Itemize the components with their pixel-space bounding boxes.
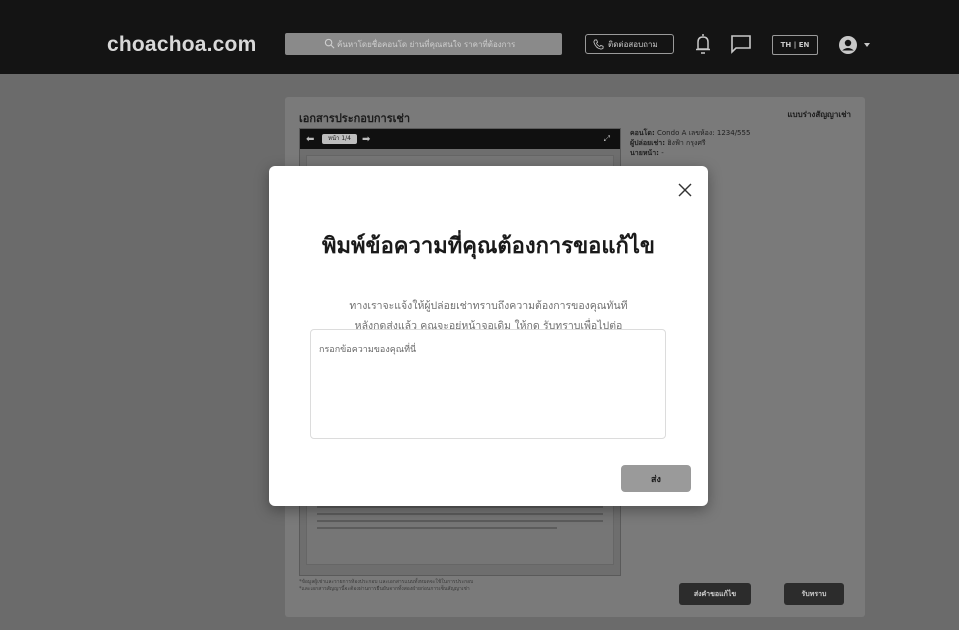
page-indicator: หน้า 1/4 (322, 134, 357, 144)
bell-icon[interactable] (694, 33, 712, 55)
message-input[interactable] (310, 329, 666, 439)
fullscreen-icon[interactable]: ⤢ (604, 134, 610, 144)
draft-contract-title: แบบร่างสัญญาเช่า (787, 110, 851, 119)
footnote: *ข้อมูลผู้เช่าและรายการห้องประกอบ และเอก… (299, 579, 473, 593)
document-text-line (317, 506, 603, 508)
edit-request-modal: พิมพ์ข้อความที่คุณต้องการขอแก้ไข ทางเราจ… (269, 166, 708, 506)
modal-title: พิมพ์ข้อความที่คุณต้องการขอแก้ไข (322, 234, 655, 259)
contact-button[interactable]: ติดต่อสอบถาม (585, 34, 674, 54)
user-avatar-icon[interactable] (838, 35, 858, 55)
footnote-line: *ข้อมูลผู้เช่าและรายการห้องประกอบ และเอก… (299, 579, 474, 585)
modal-description-line: ทางเราจะแจ้งให้ผู้ปล่อยเช่าทราบถึงความต้… (349, 300, 628, 312)
document-text-line (317, 520, 603, 522)
chat-icon[interactable] (730, 34, 752, 54)
top-navigation-bar: choachoa.com ค้นหาโดยชื่อคอนโด ย่านที่คุ… (0, 0, 959, 74)
close-icon[interactable] (677, 182, 693, 198)
next-page-icon[interactable]: ➡ (362, 134, 370, 145)
viewer-toolbar: ⬅ หน้า 1/4 ➡ ⤢ (300, 129, 620, 149)
phone-icon (593, 39, 604, 50)
contract-details: คอนโด: Condo A เลขห้อง: 1234/555 ผู้ปล่อ… (630, 128, 750, 158)
search-icon (324, 38, 335, 49)
condo-detail: คอนโด: Condo A เลขห้อง: 1234/555 (630, 129, 751, 137)
acknowledge-button[interactable]: รับทราบ (784, 583, 844, 605)
chevron-down-icon[interactable] (864, 43, 870, 47)
search-bar[interactable]: ค้นหาโดยชื่อคอนโด ย่านที่คุณสนใจ ราคาที่… (285, 33, 562, 55)
footnote-line: *และเอกสารสัญญานี้จะต้องผ่านการยืนยันจาก… (299, 586, 470, 592)
site-logo[interactable]: choachoa.com (107, 33, 256, 57)
send-button[interactable]: ส่ง (621, 465, 691, 492)
language-toggle[interactable]: TH | EN (772, 35, 818, 55)
contact-label: ติดต่อสอบถาม (608, 39, 658, 49)
document-text-line (317, 527, 557, 529)
previous-page-icon[interactable]: ⬅ (306, 134, 314, 145)
agent-detail: นายหน้า: - (630, 149, 664, 157)
request-edit-button[interactable]: ส่งคำขอแก้ไข (679, 583, 751, 605)
document-text-line (317, 513, 603, 515)
card-title: เอกสารประกอบการเช่า (299, 112, 411, 125)
landlord-detail: ผู้ปล่อยเช่า: ฮิงฟ้า กรุงศรี (630, 139, 706, 147)
search-placeholder: ค้นหาโดยชื่อคอนโด ย่านที่คุณสนใจ ราคาที่… (337, 39, 516, 49)
